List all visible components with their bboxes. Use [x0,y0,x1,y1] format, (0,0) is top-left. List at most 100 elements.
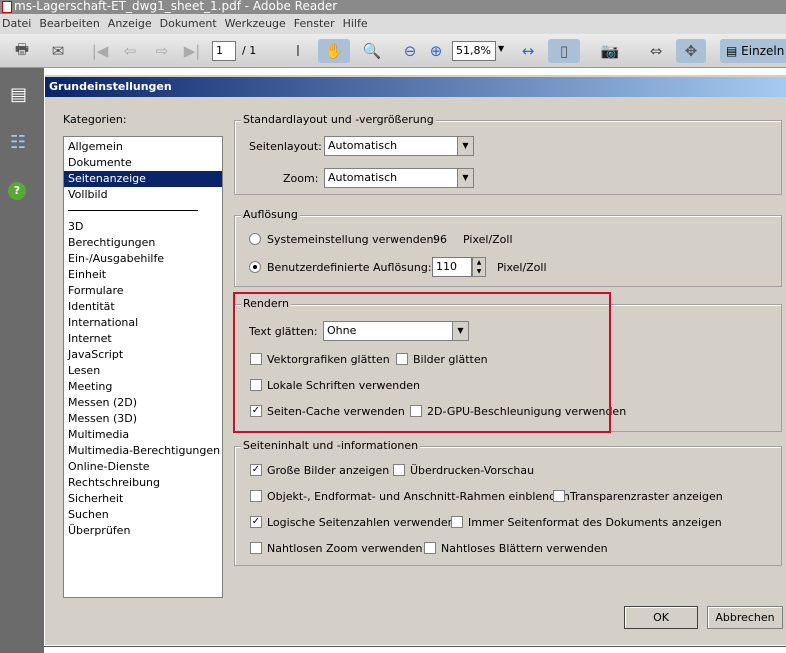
category-item[interactable]: Berechtigungen [64,235,222,251]
smooth-scrolling-label: Nahtloses Blättern verwenden [441,542,608,555]
custom-resolution-unit: Pixel/Zoll [497,261,547,274]
page-total: / 1 [242,44,257,57]
seitenlayout-select[interactable]: Automatisch ▼ [324,136,474,156]
system-resolution-radio[interactable] [249,233,261,245]
transparency-grid-checkbox[interactable] [553,490,565,502]
category-item[interactable]: Internet [64,331,222,347]
large-images-checkbox[interactable]: ✓ [250,464,262,476]
overprint-preview-label: Überdrucken-Vorschau [410,464,535,477]
content-group: Seiteninhalt und -informationen ✓ Große … [234,439,782,566]
ok-button[interactable]: OK [624,606,698,629]
seitenlayout-value: Automatisch [328,139,398,152]
category-item[interactable]: Suchen [64,507,222,523]
select-tool-icon[interactable]: I [286,39,310,63]
menu-werkzeuge[interactable]: Werkzeuge [225,17,286,30]
single-page-label: Einzeln [741,44,785,58]
scroll-mode-icon[interactable]: ⇔ [644,39,668,63]
category-item[interactable]: 3D [64,219,222,235]
last-page-icon[interactable]: ▶| [180,39,204,63]
zoom-select[interactable]: Automatisch ▼ [324,168,474,188]
list-separator [64,203,222,219]
toolbar: 🖶 ✉ |◀ ⇦ ⇨ ▶| 1 / 1 I ✋ 🔍 ⊖ ⊕ 51,8% ▼ ↔ … [0,34,786,68]
categories-label: Kategorien: [63,113,127,126]
single-page-button[interactable]: ▤ Einzeln [720,39,786,63]
zoom-input[interactable]: 51,8% [452,41,496,61]
system-resolution-value: 96 [433,233,447,246]
fullscreen-icon[interactable]: ✥ [676,39,706,63]
next-page-icon[interactable]: ⇨ [150,39,174,63]
category-item[interactable]: Messen (3D) [64,411,222,427]
category-item[interactable]: Vollbild [64,187,222,203]
custom-resolution-input[interactable]: 110 [432,257,472,277]
custom-resolution-label: Benutzerdefinierte Auflösung: [267,261,432,274]
window-title: ms-Lagerschaft-ET_dwg1_sheet_1.pdf - Ado… [0,0,786,14]
print-icon[interactable]: 🖶 [10,39,34,63]
first-page-icon[interactable]: |◀ [88,39,112,63]
category-item[interactable]: Allgemein [64,139,222,155]
category-item[interactable]: Ein-/Ausgabehilfe [64,251,222,267]
chevron-down-icon: ▼ [457,169,473,187]
object-frames-checkbox[interactable] [250,490,262,502]
resolution-group: Auflösung Systemeinstellung verwenden: 9… [234,208,782,287]
fit-width-icon[interactable]: ↔ [516,39,540,63]
category-item[interactable]: Identität [64,299,222,315]
zoom-value: Automatisch [328,171,398,184]
category-item[interactable]: Lesen [64,363,222,379]
category-item[interactable]: Meeting [64,379,222,395]
category-item[interactable]: Überprüfen [64,523,222,539]
menu-fenster[interactable]: Fenster [294,17,335,30]
menu-anzeige[interactable]: Anzeige [108,17,152,30]
overprint-preview-checkbox[interactable] [393,464,405,476]
zoom-label: Zoom: [283,172,319,185]
page-icon: ▤ [726,44,738,58]
category-item[interactable]: Multimedia [64,427,222,443]
category-item[interactable]: Einheit [64,267,222,283]
hand-tool-icon[interactable]: ✋ [318,39,350,63]
bookmarks-icon[interactable]: ☷ [10,132,26,153]
dialog-title: Grundeinstellungen [45,77,786,97]
render-highlight-box [233,292,611,433]
menu-dokument[interactable]: Dokument [160,17,217,30]
page-number-input[interactable]: 1 [212,41,236,61]
logical-page-numbers-checkbox[interactable]: ✓ [250,516,262,528]
email-icon[interactable]: ✉ [46,39,70,63]
category-item[interactable]: Dokumente [64,155,222,171]
status-bar [44,646,786,653]
custom-resolution-radio[interactable] [249,261,261,273]
smooth-scrolling-checkbox[interactable] [424,542,436,554]
document-page-size-label: Immer Seitenformat des Dokuments anzeige… [468,516,722,529]
category-item[interactable]: Online-Dienste [64,459,222,475]
snapshot-icon[interactable]: 📷 [598,39,622,63]
category-item[interactable]: Sicherheit [64,491,222,507]
resolution-group-title: Auflösung [241,208,300,221]
smooth-zoom-checkbox[interactable] [250,542,262,554]
resolution-spinner[interactable]: ▲ ▼ [472,257,486,277]
layout-group: Standardlayout und -vergrößerung Seitenl… [234,113,782,195]
menu-datei[interactable]: Datei [2,17,31,30]
cancel-button[interactable]: Abbrechen [707,606,783,629]
document-page-size-checkbox[interactable] [451,516,463,528]
zoom-in-icon[interactable]: ⊕ [424,39,448,63]
category-item[interactable]: Seitenanzeige [64,171,222,187]
zoom-out-icon[interactable]: ⊖ [398,39,422,63]
categories-list[interactable]: Allgemein Dokumente Seitenanzeige Vollbild 3… [63,136,223,598]
menu-bearbeiten[interactable]: Bearbeiten [39,17,99,30]
category-item[interactable]: Formulare [64,283,222,299]
category-item[interactable]: JavaScript [64,347,222,363]
prev-page-icon[interactable]: ⇦ [118,39,142,63]
category-item[interactable]: Messen (2D) [64,395,222,411]
fit-page-icon[interactable]: ▯ [548,39,580,63]
category-item[interactable]: Rechtschreibung [64,475,222,491]
menu-bar: Datei Bearbeiten Anzeige Dokument Werkzeuge F… [0,14,786,34]
category-item[interactable]: Multimedia-Berechtigungen [64,443,222,459]
category-item[interactable]: International [64,315,222,331]
zoom-tool-icon[interactable]: 🔍 [360,39,384,63]
navigation-pane: ▤ ☷ ? [0,68,44,653]
large-images-label: Große Bilder anzeigen [267,464,390,477]
zoom-dropdown-icon[interactable]: ▼ [498,44,504,53]
menu-hilfe[interactable]: Hilfe [343,17,368,30]
pdf-icon [2,1,12,13]
help-icon[interactable]: ? [8,182,26,200]
chevron-down-icon: ▼ [457,137,473,155]
pages-icon[interactable]: ▤ [10,84,27,105]
